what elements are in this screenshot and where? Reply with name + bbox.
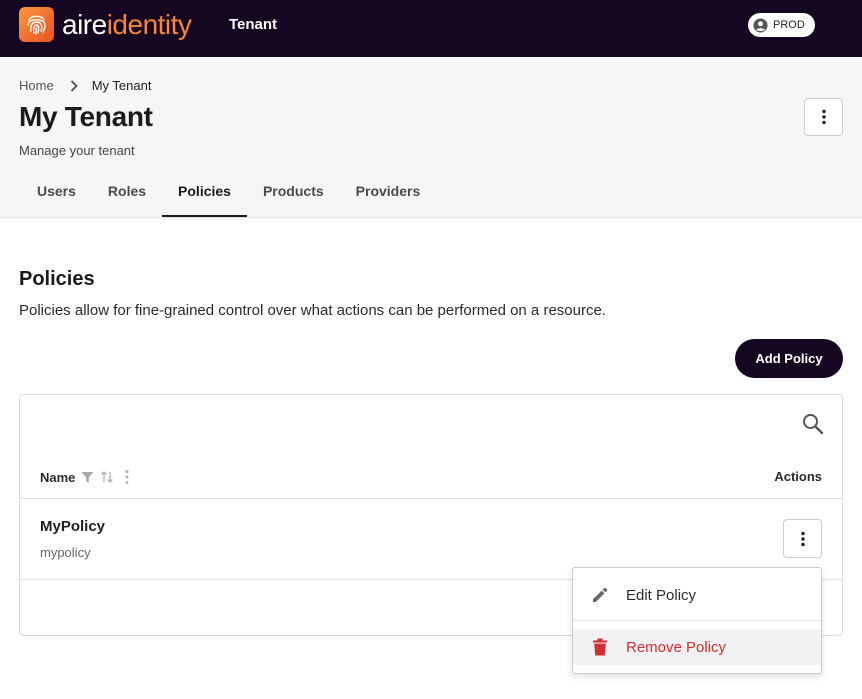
search-icon[interactable]	[802, 413, 824, 440]
page-header: Home My Tenant My Tenant Manage your ten…	[0, 57, 862, 218]
row-actions-button[interactable]	[783, 519, 822, 558]
breadcrumb-current: My Tenant	[91, 78, 152, 93]
column-menu-icon[interactable]	[120, 469, 134, 485]
brand-logo[interactable]: aireidentity	[62, 9, 192, 41]
page-title: My Tenant	[19, 101, 153, 132]
tab-providers[interactable]: Providers	[340, 171, 437, 217]
column-header-actions: Actions	[774, 469, 822, 484]
breadcrumb: Home My Tenant	[19, 78, 151, 93]
page-subtitle: Manage your tenant	[19, 143, 135, 158]
fingerprint-logo-icon[interactable]	[19, 7, 54, 42]
trash-icon	[573, 638, 626, 656]
environment-selector[interactable]: PROD	[748, 13, 815, 37]
tab-products[interactable]: Products	[247, 171, 340, 217]
row-actions-menu: Edit Policy Remove Policy	[572, 567, 822, 674]
breadcrumb-home-link[interactable]: Home	[19, 78, 54, 93]
section-title: Policies	[19, 268, 95, 290]
top-bar: aireidentity Tenant PROD	[0, 0, 862, 57]
tab-policies[interactable]: Policies	[162, 171, 247, 217]
policy-name: MyPolicy	[40, 518, 106, 535]
section-description: Policies allow for fine-grained control …	[19, 302, 606, 319]
menu-divider	[573, 620, 821, 621]
add-policy-button[interactable]: Add Policy	[735, 339, 843, 378]
remove-policy-menu-item[interactable]: Remove Policy	[573, 629, 821, 665]
tab-users[interactable]: Users	[21, 171, 92, 217]
more-vertical-icon	[800, 531, 805, 546]
filter-icon[interactable]	[81, 471, 94, 484]
remove-policy-label: Remove Policy	[626, 638, 727, 656]
brand-name-part1: aire	[62, 9, 107, 40]
table-header: Name Actions	[20, 452, 842, 499]
user-circle-icon	[753, 17, 768, 33]
edit-policy-label: Edit Policy	[626, 586, 697, 604]
pencil-icon	[573, 586, 626, 604]
tab-bar: Users Roles Policies Products Providers	[21, 171, 436, 218]
policy-id: mypolicy	[40, 545, 91, 560]
tab-roles[interactable]: Roles	[92, 171, 162, 217]
tenant-menu-button[interactable]	[804, 98, 843, 136]
sort-icon[interactable]	[100, 470, 114, 484]
column-header-name: Name	[40, 469, 134, 485]
brand-name-part2: identity	[106, 9, 192, 40]
edit-policy-menu-item[interactable]: Edit Policy	[573, 577, 821, 613]
column-name-label: Name	[40, 469, 76, 485]
chevron-right-icon	[70, 79, 78, 92]
app-section-title: Tenant	[229, 16, 278, 33]
more-vertical-icon	[821, 109, 826, 125]
environment-label: PROD	[773, 19, 805, 31]
